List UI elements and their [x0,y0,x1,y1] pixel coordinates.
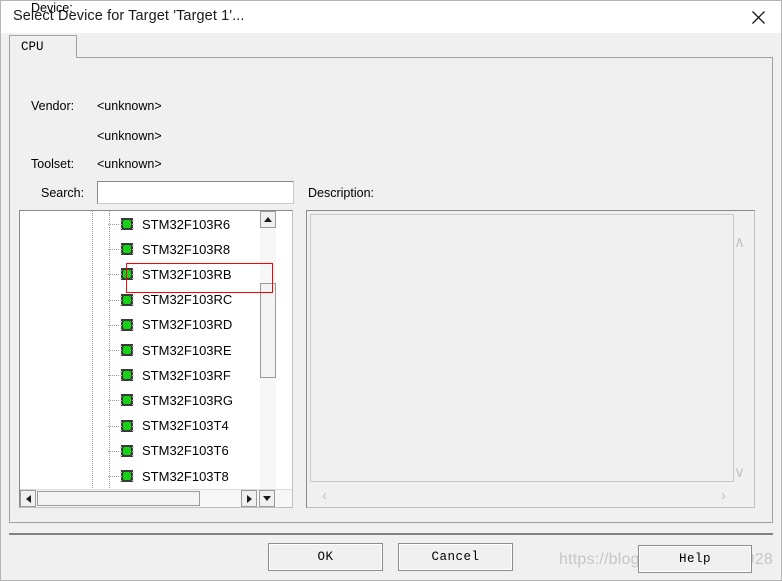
tree-connector [108,350,119,351]
title-bar: Select Device for Target 'Target 1'... [1,1,781,33]
tree-item-label: STM32F103R8 [142,241,231,257]
search-input[interactable] [97,181,294,204]
description-box[interactable]: ∧ ∨ ‹ › [306,210,755,508]
close-icon [751,10,766,25]
tree-connector [108,299,119,301]
tree-item-label: STM32F103T6 [142,443,229,459]
triangle-down-icon [263,496,271,501]
chip-icon [120,393,134,407]
tree-vertical-scrollbar[interactable] [260,211,276,491]
tree-item-label: STM32F103RG [142,392,234,408]
tree-connector [108,224,119,225]
tree-horizontal-scrollbar[interactable] [20,489,292,507]
button-separator [9,533,773,535]
description-label: Description: [308,186,374,200]
tree-item[interactable]: STM32F103T4 [120,415,229,437]
tab-cpu-label: CPU [21,40,44,54]
help-button[interactable]: Help [638,545,752,573]
scroll-left-button[interactable] [20,490,36,507]
tree-item[interactable]: STM32F103RG [120,389,233,411]
tree-item[interactable]: STM32F103RD [120,314,232,336]
vendor-label: Vendor: [31,99,75,113]
tree-item-label: STM32F103T4 [142,418,229,434]
cancel-button-label: Cancel [431,550,480,564]
tree-item[interactable]: STM32F103T8 [120,465,229,487]
tree-item[interactable]: STM32F103R6 [120,213,230,235]
tree-vscroll-thumb[interactable] [260,283,276,378]
chip-icon [120,343,134,357]
tree-connector [108,324,119,326]
tab-underlap [10,57,76,58]
tree-item-label: STM32F103R6 [142,216,231,232]
triangle-right-icon [246,494,252,503]
chip-icon [120,318,134,332]
tree-connector [108,425,119,427]
tree-guide-line [109,211,110,491]
tab-cpu[interactable]: CPU [9,35,77,58]
tab-strip: CPU [9,35,773,58]
chip-icon [120,368,134,382]
scroll-down-button[interactable] [259,490,275,507]
desc-scroll-right-icon[interactable]: › [721,487,726,504]
device-value: <unknown> [97,129,162,143]
device-tree-items: STM32F103R6 STM32F103R8 STM32F103RB STM32F1… [20,211,276,491]
tree-guide-line [92,211,93,491]
chip-icon [120,444,134,458]
triangle-left-icon [25,494,31,503]
chip-icon [120,469,134,483]
tree-hscroll-thumb[interactable] [37,491,200,506]
scroll-right-button[interactable] [241,490,257,507]
toolset-value: <unknown> [97,157,162,171]
close-button[interactable] [735,1,781,33]
chip-icon [120,419,134,433]
search-label: Search: [41,186,85,200]
select-device-dialog: Select Device for Target 'Target 1'... C… [0,0,782,581]
tree-connector [108,375,119,377]
vendor-value: <unknown> [97,99,162,113]
tree-item-label: STM32F103RE [142,342,232,358]
help-button-label: Help [678,552,711,566]
tree-connector [108,249,119,251]
desc-scroll-left-icon[interactable]: ‹ [322,487,327,504]
ok-button[interactable]: OK [268,543,383,571]
chip-icon [120,293,134,307]
tree-item[interactable]: STM32F103RF [120,364,231,386]
description-text-area[interactable] [310,214,734,482]
annotation-rectangle [126,263,273,293]
tree-connector [108,400,119,402]
tree-item[interactable]: STM32F103RE [120,339,232,361]
tree-item[interactable]: STM32F103T6 [120,440,229,462]
tree-item-label: STM32F103RC [142,292,233,308]
ok-button-label: OK [317,550,334,564]
tree-connector [108,476,119,477]
triangle-up-icon [264,217,272,222]
tree-item-label: STM32F103RD [142,317,233,333]
scroll-up-button[interactable] [260,211,276,228]
desc-scroll-up-icon[interactable]: ∧ [734,233,745,251]
device-tree[interactable]: STM32F103R6 STM32F103R8 STM32F103RB STM32F1… [19,210,293,508]
tree-item[interactable]: STM32F103R8 [120,238,230,260]
desc-scroll-down-icon[interactable]: ∨ [734,463,745,481]
tree-item-label: STM32F103RF [142,367,231,383]
device-label-x: Device: [31,1,73,15]
tree-connector [108,274,119,276]
chip-icon [120,217,134,231]
cancel-button[interactable]: Cancel [398,543,513,571]
chip-icon [120,242,134,256]
tree-item-label: STM32F103T8 [142,468,229,484]
tree-connector [108,450,119,452]
toolset-label: Toolset: [31,157,75,171]
